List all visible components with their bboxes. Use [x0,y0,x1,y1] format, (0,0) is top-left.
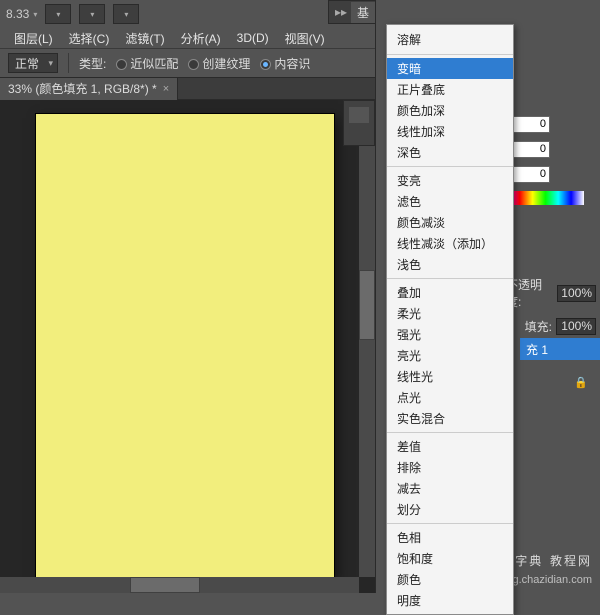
menu-layer[interactable]: 图层(L) [8,28,59,49]
blend-saturation[interactable]: 饱和度 [387,548,513,569]
blend-colorburn[interactable]: 颜色加深 [387,100,513,121]
radio-approx[interactable]: 近似匹配 [116,55,178,72]
blend-color[interactable]: 颜色 [387,569,513,590]
fill-value[interactable]: 100% [556,318,596,335]
divider [68,53,69,73]
blend-difference[interactable]: 差值 [387,436,513,457]
document-tab[interactable]: 33% (颜色填充 1, RGB/8*) * × [0,78,178,100]
fill-label: 填充: [525,318,552,335]
blend-pinlight[interactable]: 点光 [387,387,513,408]
tool-icon-1[interactable]: ▾ [45,4,71,24]
tool-icon-3[interactable]: ▾ [113,4,139,24]
radio-texture[interactable]: 创建纹理 [188,55,250,72]
blend-hardmix[interactable]: 实色混合 [387,408,513,429]
panel-strip [343,100,375,146]
blue-value[interactable]: 0 [510,166,550,183]
blend-lighten[interactable]: 变亮 [387,170,513,191]
scrollbar-vertical[interactable] [359,100,375,577]
menu-filter[interactable]: 滤镜(T) [119,28,170,49]
blend-exclusion[interactable]: 排除 [387,457,513,478]
close-icon[interactable]: × [163,83,169,95]
tab-basic[interactable]: 基 [351,2,375,23]
panel-icon[interactable] [349,107,369,123]
blend-mode-menu: 溶解 变暗 正片叠底 颜色加深 线性加深 深色 变亮 滤色 颜色减淡 线性减淡（… [386,24,514,615]
menu-select[interactable]: 选择(C) [63,28,116,49]
blend-overlay[interactable]: 叠加 [387,282,513,303]
tab-title: 33% (颜色填充 1, RGB/8*) * [8,80,157,97]
red-value[interactable]: 0 [510,116,550,133]
tool-icon-2[interactable]: ▾ [79,4,105,24]
blend-multiply[interactable]: 正片叠底 [387,79,513,100]
expand-icon[interactable]: ▸▸ [335,5,347,19]
blend-darkercolor[interactable]: 深色 [387,142,513,163]
blend-lineardodge[interactable]: 线性减淡（添加） [387,233,513,254]
lock-icon[interactable]: 🔒 [574,376,588,389]
blend-colordodge[interactable]: 颜色减淡 [387,212,513,233]
blend-vividlight[interactable]: 亮光 [387,345,513,366]
blend-luminosity[interactable]: 明度 [387,590,513,611]
green-value[interactable]: 0 [510,141,550,158]
blend-mode-select[interactable]: 正常 [8,53,58,73]
blend-divide[interactable]: 划分 [387,499,513,520]
blend-linearburn[interactable]: 线性加深 [387,121,513,142]
opacity-value[interactable]: 100% [557,285,596,302]
blend-linearlight[interactable]: 线性光 [387,366,513,387]
type-label: 类型: [79,55,106,72]
blend-dissolve[interactable]: 溶解 [387,28,513,51]
blend-subtract[interactable]: 减去 [387,478,513,499]
scrollbar-horizontal[interactable] [0,577,359,593]
blend-screen[interactable]: 滤色 [387,191,513,212]
radio-content[interactable]: 内容识 [260,55,310,72]
menu-analyze[interactable]: 分析(A) [175,28,227,49]
menu-view[interactable]: 视图(V) [279,28,331,49]
blend-lightercolor[interactable]: 浅色 [387,254,513,275]
blend-hardlight[interactable]: 强光 [387,324,513,345]
canvas-area [0,100,375,593]
chevron-down-icon[interactable]: ▾ [33,10,37,19]
menu-3d[interactable]: 3D(D) [231,29,275,47]
canvas[interactable] [36,114,334,578]
zoom-value: 8.33 [6,7,29,21]
blend-softlight[interactable]: 柔光 [387,303,513,324]
blend-hue[interactable]: 色相 [387,527,513,548]
blend-darken[interactable]: 变暗 [387,58,513,79]
layer-color-fill[interactable]: 充 1 [520,338,600,360]
